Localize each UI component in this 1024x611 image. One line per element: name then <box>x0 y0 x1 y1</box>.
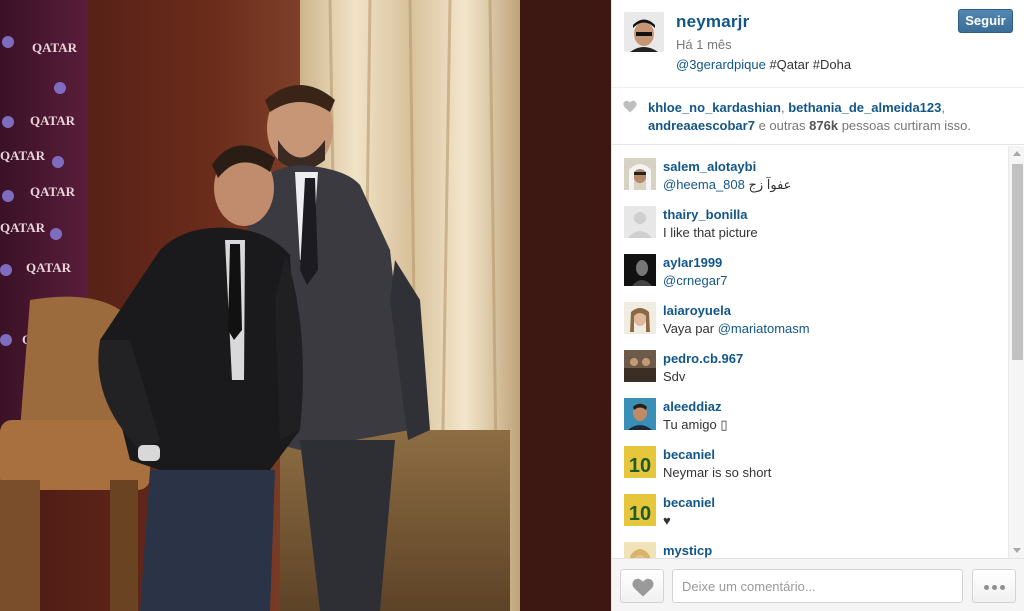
comment-username[interactable]: becaniel <box>663 447 715 462</box>
comment-item: aylar1999 @crnegar7 <box>624 244 1004 292</box>
comment-mention-link[interactable]: @heema_808 <box>663 177 745 192</box>
avatar[interactable] <box>624 302 656 334</box>
comment-body: Tu amigo ▯ <box>663 417 728 432</box>
comment-username[interactable]: aylar1999 <box>663 255 722 270</box>
banner-logo-text: QATAR <box>30 184 76 199</box>
caption-hashtags[interactable]: #Qatar #Doha <box>766 57 851 72</box>
banner-logo-text: QATAR <box>26 260 72 275</box>
avatar[interactable] <box>624 398 656 430</box>
avatar[interactable] <box>624 254 656 286</box>
comment-username[interactable]: pedro.cb.967 <box>663 351 743 366</box>
comment-input[interactable] <box>672 569 963 603</box>
liker-link[interactable]: khloe_no_kardashian <box>648 100 781 115</box>
caption-mention-link[interactable]: @3gerardpique <box>676 57 766 72</box>
comment-item: 10 becaniel ♥ <box>624 484 1004 532</box>
comment-item: pedro.cb.967 Sdv <box>624 340 1004 388</box>
ellipsis-icon <box>1000 585 1005 590</box>
jersey-number: 10 <box>629 503 651 525</box>
comment-body: Vaya par <box>663 321 718 336</box>
comment-username[interactable]: mysticp <box>663 543 712 558</box>
avatar-image <box>624 542 656 558</box>
ellipsis-icon <box>984 585 989 590</box>
follow-button[interactable]: Seguir <box>958 9 1013 33</box>
comment-username[interactable]: becaniel <box>663 495 715 510</box>
post-timestamp[interactable]: Há 1 mês <box>676 37 732 52</box>
comment-username[interactable]: salem_alotaybi <box>663 159 756 174</box>
avatar-image: 10 <box>624 446 656 478</box>
avatar-image <box>624 12 664 52</box>
comment-footer <box>612 558 1024 611</box>
comment-mention-link[interactable]: @mariatomasm <box>718 321 810 336</box>
avatar-image <box>624 158 656 190</box>
comment-item: salem_alotaybi @heema_808 عفوآ زج <box>624 148 1004 196</box>
post-photo: QATAR QATAR QATAR QATAR QATAR QATAR QATA… <box>0 0 611 611</box>
likes-section: khloe_no_kardashian, bethania_de_almeida… <box>612 88 1024 145</box>
avatar[interactable] <box>624 206 656 238</box>
likes-count[interactable]: 876k <box>809 118 838 133</box>
jersey-number: 10 <box>629 455 651 477</box>
comment-text: Neymar is so short <box>663 465 771 480</box>
comment-item: aleeddiaz Tu amigo ▯ <box>624 388 1004 436</box>
post-photo-illustration: QATAR QATAR QATAR QATAR QATAR QATAR QATA… <box>0 0 611 611</box>
comment-body: Sdv <box>663 369 686 384</box>
avatar-image <box>624 350 656 382</box>
post-details-panel: neymarjr Há 1 mês @3gerardpique #Qatar #… <box>611 0 1024 611</box>
comment-text: @heema_808 عفوآ زج <box>663 177 791 193</box>
banner-logo-text: QATAR <box>32 40 78 55</box>
ellipsis-icon <box>992 585 997 590</box>
avatar-image: 10 <box>624 494 656 526</box>
likes-text: pessoas curtiram isso. <box>838 118 972 133</box>
avatar[interactable] <box>624 158 656 190</box>
comment-username[interactable]: laiaroyuela <box>663 303 731 318</box>
banner-logo-text: QATAR <box>0 220 46 235</box>
avatar[interactable] <box>624 542 656 558</box>
comment-body: ♥ <box>663 513 671 528</box>
likes-summary: khloe_no_kardashian, bethania_de_almeida… <box>648 99 1008 135</box>
more-options-button[interactable] <box>972 569 1016 603</box>
arrow-up-icon[interactable] <box>1013 151 1021 156</box>
avatar-image <box>624 302 656 334</box>
comment-text: Vaya par @mariatomasm <box>663 321 810 336</box>
avatar[interactable]: 10 <box>624 446 656 478</box>
comments-list: salem_alotaybi @heema_808 عفوآ زج thairy… <box>612 146 1008 558</box>
banner-logo-text: QATAR <box>30 113 76 128</box>
avatar-image <box>624 254 656 286</box>
liker-link[interactable]: andreaaescobar7 <box>648 118 755 133</box>
comment-username[interactable]: aleeddiaz <box>663 399 722 414</box>
comment-item: mysticp <box>624 532 1004 558</box>
comment-item: thairy_bonilla I like that picture <box>624 196 1004 244</box>
comment-text: Tu amigo ▯ <box>663 417 727 433</box>
comment-item: laiaroyuela Vaya par @mariatomasm <box>624 292 1004 340</box>
likes-text: e outras <box>754 118 810 133</box>
comment-body: عفوآ زج <box>744 177 792 192</box>
comment-text: Sdv <box>663 369 685 384</box>
comment-text: I like that picture <box>663 225 758 240</box>
banner-logo-text: QATAR <box>0 148 46 163</box>
avatar-image <box>624 206 656 238</box>
avatar[interactable] <box>624 350 656 382</box>
comments-scrollbar[interactable] <box>1008 146 1024 558</box>
post-username[interactable]: neymarjr <box>676 12 749 32</box>
avatar[interactable] <box>624 12 664 52</box>
avatar-image <box>624 398 656 430</box>
like-button[interactable] <box>620 569 664 603</box>
comment-mention-link[interactable]: @crnegar7 <box>663 273 728 288</box>
liker-link[interactable]: bethania_de_almeida123 <box>788 100 941 115</box>
likes-separator: , <box>941 100 946 115</box>
heart-icon <box>623 100 637 113</box>
post-header: neymarjr Há 1 mês @3gerardpique #Qatar #… <box>612 0 1024 88</box>
heart-icon <box>632 578 654 597</box>
avatar[interactable]: 10 <box>624 494 656 526</box>
scrollbar-thumb[interactable] <box>1012 164 1023 360</box>
comment-text: ♥ <box>663 513 671 528</box>
post-caption: @3gerardpique #Qatar #Doha <box>676 57 851 72</box>
comment-item: 10 becaniel Neymar is so short <box>624 436 1004 484</box>
comment-username[interactable]: thairy_bonilla <box>663 207 748 222</box>
comment-body: I like that picture <box>663 225 758 240</box>
comment-body: Neymar is so short <box>663 465 772 480</box>
comment-text: @crnegar7 <box>663 273 728 288</box>
arrow-down-icon[interactable] <box>1013 548 1021 553</box>
